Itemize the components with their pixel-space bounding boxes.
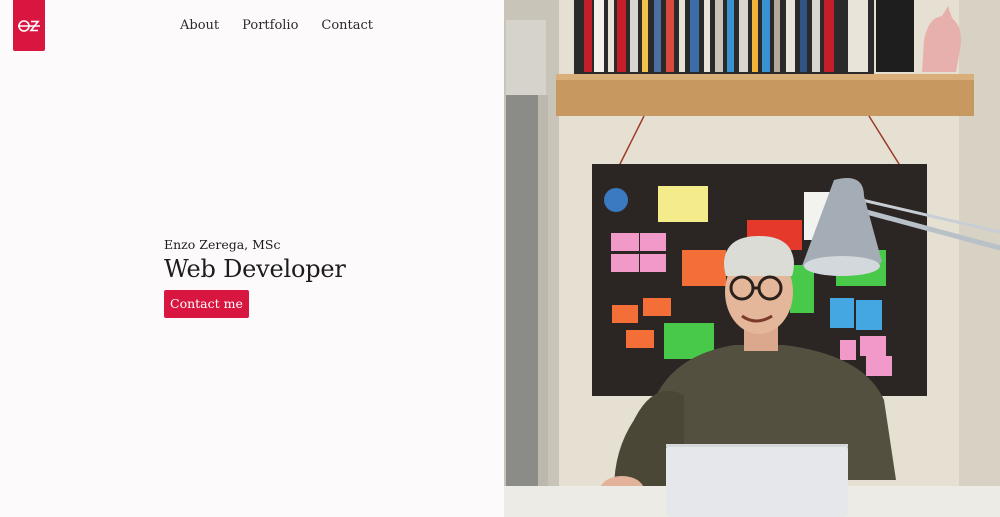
- main-nav: About Portfolio Contact: [180, 18, 373, 33]
- site-logo[interactable]: [13, 0, 45, 51]
- nav-portfolio-link[interactable]: Portfolio: [242, 18, 298, 33]
- hero-title: Web Developer: [164, 255, 346, 283]
- hero-section: Enzo Zerega, MSc Web Developer Contact m…: [164, 237, 346, 318]
- wooden-shelf: [556, 74, 974, 116]
- bookshelf-books: [574, 0, 914, 74]
- hero-subtitle: Enzo Zerega, MSc: [164, 237, 281, 252]
- contact-me-button[interactable]: Contact me: [164, 290, 249, 318]
- nav-contact-link[interactable]: Contact: [321, 18, 373, 33]
- nav-about-link[interactable]: About: [180, 18, 219, 33]
- oz-logo-icon: [18, 19, 40, 32]
- laptop: [666, 444, 848, 517]
- portrait-photo: [504, 0, 1000, 517]
